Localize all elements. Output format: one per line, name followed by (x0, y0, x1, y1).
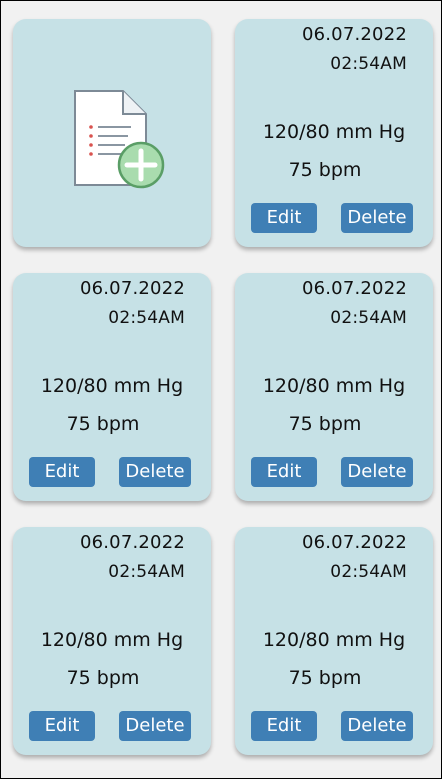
edit-button[interactable]: Edit (251, 711, 317, 741)
edit-button[interactable]: Edit (29, 457, 95, 487)
pulse-value: 75 bpm (66, 413, 140, 435)
blood-pressure-value: 120/80 mm Hg (40, 629, 184, 651)
record-date: 06.07.2022 (79, 532, 185, 553)
record-card: 06.07.2022 02:54AM 120/80 mm Hg 75 bpm E… (235, 527, 433, 755)
edit-button[interactable]: Edit (251, 457, 317, 487)
delete-button[interactable]: Delete (341, 457, 413, 487)
record-date: 06.07.2022 (301, 278, 407, 299)
pulse-value: 75 bpm (66, 667, 140, 689)
record-card: 06.07.2022 02:54AM 120/80 mm Hg 75 bpm E… (235, 273, 433, 501)
blood-pressure-value: 120/80 mm Hg (262, 375, 406, 397)
record-card: 06.07.2022 02:54AM 120/80 mm Hg 75 bpm E… (235, 19, 433, 247)
blood-pressure-value: 120/80 mm Hg (262, 629, 406, 651)
blood-pressure-value: 120/80 mm Hg (262, 121, 406, 143)
blood-pressure-value: 120/80 mm Hg (40, 375, 184, 397)
edit-button[interactable]: Edit (251, 203, 317, 233)
record-date: 06.07.2022 (79, 278, 185, 299)
add-record-card[interactable] (13, 19, 211, 247)
delete-button[interactable]: Delete (341, 711, 413, 741)
delete-button[interactable]: Delete (341, 203, 413, 233)
record-time: 02:54AM (330, 308, 407, 328)
delete-button[interactable]: Delete (119, 457, 191, 487)
pulse-value: 75 bpm (288, 667, 362, 689)
record-time: 02:54AM (330, 54, 407, 74)
pulse-value: 75 bpm (288, 159, 362, 181)
pulse-value: 75 bpm (288, 413, 362, 435)
record-time: 02:54AM (330, 562, 407, 582)
record-date: 06.07.2022 (301, 24, 407, 45)
record-time: 02:54AM (108, 562, 185, 582)
delete-button[interactable]: Delete (119, 711, 191, 741)
record-time: 02:54AM (108, 308, 185, 328)
record-card: 06.07.2022 02:54AM 120/80 mm Hg 75 bpm E… (13, 273, 211, 501)
edit-button[interactable]: Edit (29, 711, 95, 741)
records-screen: 06.07.2022 02:54AM 120/80 mm Hg 75 bpm E… (0, 0, 442, 779)
add-document-icon (74, 90, 165, 189)
record-date: 06.07.2022 (301, 532, 407, 553)
record-card: 06.07.2022 02:54AM 120/80 mm Hg 75 bpm E… (13, 527, 211, 755)
